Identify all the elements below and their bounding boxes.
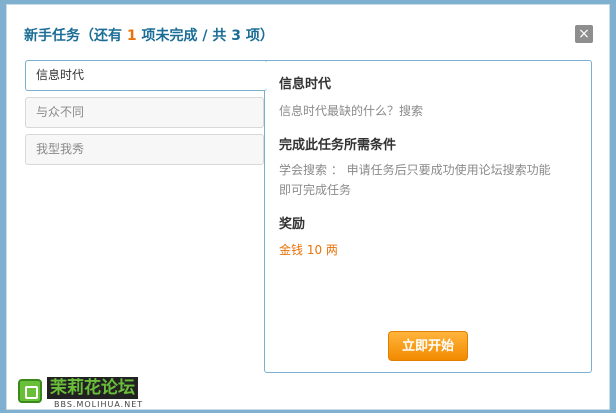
tab-show-style[interactable]: 我型我秀: [25, 134, 264, 165]
condition-heading: 完成此任务所需条件: [279, 138, 397, 153]
task-description: 信息时代最缺的什么？搜索: [279, 104, 424, 118]
logo-icon: [18, 379, 42, 403]
close-icon: ×: [578, 26, 590, 42]
close-button[interactable]: ×: [575, 25, 593, 43]
title-prefix: 新手任务（还有: [24, 28, 127, 44]
logo-url: BBS.MOLIHUA.NET: [54, 400, 144, 409]
tab-label: 与众不同: [36, 105, 85, 119]
task-dialog: 新手任务（还有 1 项未完成 / 共 3 项） × 信息时代 与众不同 我型我秀…: [6, 4, 610, 410]
task-detail-panel: 信息时代 信息时代最缺的什么？搜索 完成此任务所需条件 学会搜索 ： 申请任务后…: [264, 60, 592, 373]
condition-text-line2: 即可完成任务: [279, 183, 352, 197]
tab-label: 我型我秀: [36, 142, 85, 156]
logo-name: 茉莉花论坛: [47, 377, 138, 399]
tab-unique[interactable]: 与众不同: [25, 97, 264, 128]
task-title: 信息时代: [279, 77, 332, 92]
forum-logo: 茉莉花论坛 BBS.MOLIHUA.NET: [18, 377, 148, 411]
title-suffix: 项未完成 / 共 3 项）: [136, 28, 274, 44]
task-tabs: 信息时代 与众不同 我型我秀: [25, 60, 267, 171]
tab-label: 信息时代: [36, 68, 85, 82]
condition-text-line1: 学会搜索 ： 申请任务后只要成功使用论坛搜索功能: [279, 163, 551, 177]
reward-text: 金钱 10 两: [279, 243, 338, 257]
dialog-title: 新手任务（还有 1 项未完成 / 共 3 项）: [24, 25, 274, 45]
start-task-button[interactable]: 立即开始: [388, 331, 468, 361]
tab-info-age[interactable]: 信息时代: [25, 60, 267, 91]
remaining-count: 1: [126, 28, 137, 44]
reward-heading: 奖励: [279, 217, 306, 232]
